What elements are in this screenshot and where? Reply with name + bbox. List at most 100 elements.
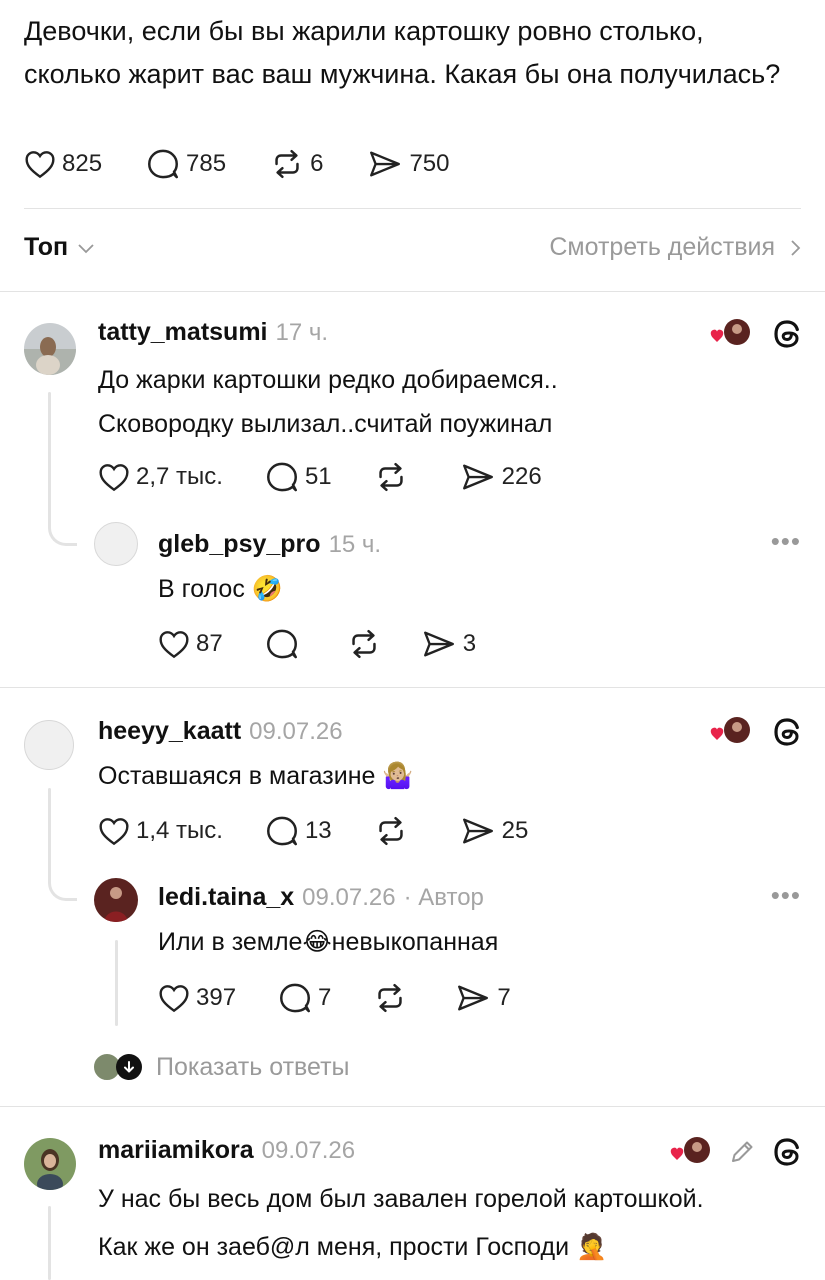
reply-text: В голос 🤣	[158, 575, 283, 603]
share-icon	[458, 985, 489, 1011]
thread-line	[115, 940, 118, 1026]
like-count: 87	[196, 630, 223, 657]
heart-icon	[159, 985, 189, 1013]
divider	[0, 1106, 825, 1107]
divider	[24, 208, 801, 209]
timestamp: 09.07.26	[302, 884, 396, 911]
threads-icon[interactable]	[771, 318, 803, 350]
liked-by-author-icon	[709, 318, 755, 350]
comment-badges	[709, 716, 803, 748]
comment-text-line: Как же он заеб@л меня, прости Господи 🤦	[98, 1233, 608, 1261]
threads-icon[interactable]	[771, 716, 803, 748]
reply-button[interactable]: 7	[278, 982, 331, 1014]
share-button[interactable]: 750	[367, 149, 450, 179]
share-button[interactable]: 3	[421, 629, 476, 659]
share-count: 25	[501, 817, 529, 844]
thread-line	[48, 1206, 51, 1280]
repost-button[interactable]	[373, 982, 413, 1014]
share-icon	[462, 818, 493, 844]
comment-header: tatty_matsumi 17 ч.	[98, 318, 328, 347]
divider	[0, 687, 825, 688]
view-activity-link[interactable]: Смотреть действия	[549, 233, 803, 262]
repost-icon	[351, 629, 376, 659]
view-activity-label: Смотреть действия	[549, 233, 775, 261]
username[interactable]: mariiamikora	[98, 1136, 254, 1165]
username[interactable]: gleb_psy_pro	[158, 530, 321, 559]
chevron-right-icon	[791, 239, 801, 256]
username[interactable]: heeyy_kaatt	[98, 717, 241, 746]
reply-button[interactable]: 51	[265, 461, 332, 493]
timestamp: 15 ч.	[328, 531, 382, 558]
share-icon	[462, 464, 493, 490]
pencil-icon[interactable]	[727, 1137, 757, 1167]
comment-badges	[669, 1136, 803, 1168]
timestamp: 17 ч.	[275, 319, 329, 346]
repost-button[interactable]	[374, 461, 414, 493]
comment-text: У нас бы весь дом был завален горелой ка…	[98, 1175, 704, 1271]
comment-button[interactable]: 785	[146, 148, 226, 180]
thread-connector	[48, 862, 77, 901]
liked-by-author-icon	[669, 1136, 715, 1168]
avatar[interactable]	[94, 522, 138, 566]
reply-button[interactable]: 13	[265, 815, 332, 847]
like-count: 2,7 тыс.	[136, 463, 223, 490]
reply-actions: 397 7 7	[158, 982, 511, 1014]
username[interactable]: ledi.taina_x	[158, 883, 294, 912]
more-icon[interactable]: •••	[771, 880, 801, 911]
reply-header: ledi.taina_x 09.07.26 · Автор	[158, 883, 484, 912]
share-count: 226	[501, 463, 542, 490]
username[interactable]: tatty_matsumi	[98, 318, 268, 347]
like-button[interactable]: 1,4 тыс.	[98, 816, 223, 846]
repost-button[interactable]	[347, 628, 387, 660]
thread-line	[48, 788, 51, 870]
reply-count: 7	[318, 984, 332, 1011]
post-actions: 825 785 6 750	[24, 148, 450, 180]
reply-count: 51	[304, 463, 332, 490]
share-button[interactable]: 226	[460, 462, 542, 492]
repost-icon	[378, 462, 403, 492]
reply-button[interactable]	[265, 628, 305, 660]
comment-icon	[266, 816, 297, 846]
comment-icon	[280, 983, 311, 1013]
share-count: 7	[497, 984, 511, 1011]
share-button[interactable]: 7	[455, 983, 511, 1013]
comment-header: heeyy_kaatt 09.07.26	[98, 717, 343, 746]
comment-text-line: Сковородку вылизал..считай поужинал	[98, 410, 553, 438]
like-button[interactable]: 2,7 тыс.	[98, 462, 223, 492]
timestamp: 09.07.26	[249, 718, 343, 745]
chevron-down-icon	[78, 243, 94, 253]
comment-icon	[148, 149, 179, 179]
avatar[interactable]	[94, 878, 138, 922]
heart-icon	[159, 631, 189, 659]
share-icon	[370, 151, 401, 177]
like-count: 1,4 тыс.	[136, 817, 223, 844]
heart-icon	[99, 464, 129, 492]
post-text: Девочки, если бы вы жарили картошку ровн…	[24, 16, 781, 89]
sort-dropdown[interactable]: Топ	[24, 233, 96, 262]
repost-icon	[378, 816, 403, 846]
repost-button[interactable]	[374, 815, 414, 847]
avatar[interactable]	[24, 1138, 76, 1190]
like-count: 397	[196, 984, 237, 1011]
more-icon[interactable]: •••	[771, 526, 801, 557]
comment-count: 785	[186, 150, 227, 177]
share-button[interactable]: 25	[460, 816, 529, 846]
comment-actions: 1,4 тыс. 13 25	[98, 815, 528, 847]
comment-text-line: До жарки картошки редко добираемся..	[98, 366, 558, 394]
like-button[interactable]: 87	[158, 629, 223, 659]
thread-connector	[48, 505, 77, 546]
arrow-down-icon	[116, 1054, 142, 1080]
repost-count: 6	[310, 150, 324, 177]
show-replies-button[interactable]: Показать ответы	[92, 1052, 350, 1082]
threads-icon[interactable]	[771, 1136, 803, 1168]
like-button[interactable]: 825	[24, 149, 102, 179]
avatar[interactable]	[24, 323, 76, 375]
heart-icon	[25, 151, 55, 179]
author-tag: · Автор	[403, 884, 484, 911]
repost-button[interactable]: 6	[270, 148, 323, 180]
comment-text-line: У нас бы весь дом был завален горелой ка…	[98, 1185, 704, 1213]
share-count: 750	[409, 150, 450, 177]
like-button[interactable]: 397	[158, 983, 236, 1013]
avatar[interactable]	[24, 720, 74, 770]
reply-count: 13	[304, 817, 332, 844]
